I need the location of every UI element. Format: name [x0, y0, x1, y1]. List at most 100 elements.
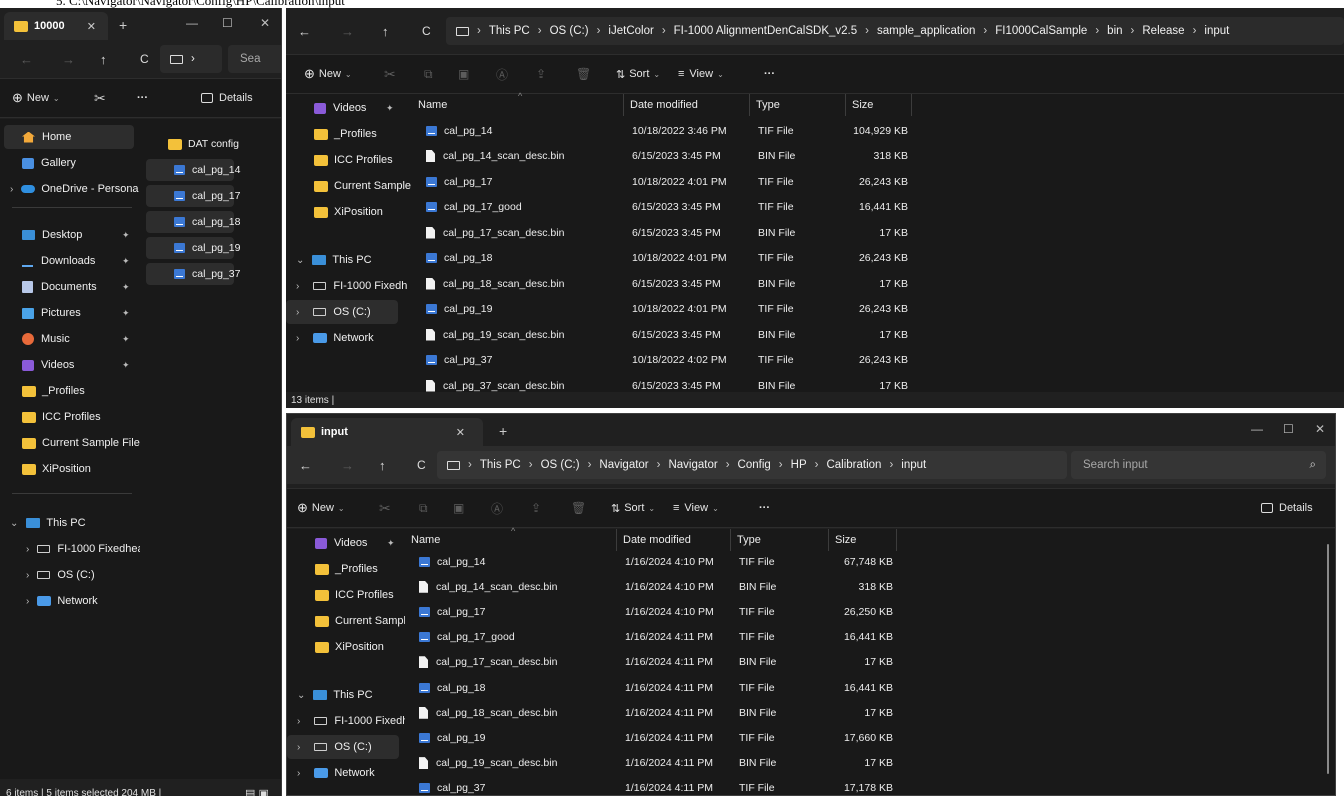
chevron-icon[interactable]: ›: [26, 570, 29, 581]
breadcrumb-config[interactable]: Config: [738, 459, 771, 471]
sidebar-item-os-c-[interactable]: › OS (C:): [286, 300, 398, 324]
sidebar-item-this-pc[interactable]: ⌄ This PC: [286, 248, 406, 272]
back-icon[interactable]: ←: [20, 52, 33, 67]
sidebar-item-icc-profiles[interactable]: ICC Profiles: [286, 148, 406, 172]
maximize-button[interactable]: ☐: [1283, 422, 1294, 436]
sidebar-item-xiposition[interactable]: XiPosition: [4, 457, 144, 481]
sidebar-item-home[interactable]: Home: [4, 125, 134, 149]
close-tab-icon[interactable]: ✕: [456, 426, 465, 439]
details-button[interactable]: Details: [201, 92, 253, 104]
view-button[interactable]: ≡ View ⌄: [673, 502, 719, 514]
breadcrumb-this-pc[interactable]: This PC: [480, 459, 521, 471]
address-bar[interactable]: ›: [160, 45, 222, 73]
table-row[interactable]: cal_pg_17 10/18/2022 4:01 PM TIF File 26,24…: [412, 169, 1344, 194]
forward-icon[interactable]: →: [62, 52, 75, 67]
pin-icon[interactable]: ✦: [122, 256, 130, 267]
sidebar-item-fi-1000-fixedhead[interactable]: › FI-1000 Fixedhead: [4, 537, 150, 561]
pin-icon[interactable]: ✦: [122, 360, 130, 371]
new-tab-button[interactable]: +: [499, 423, 507, 439]
sidebar-item--profiles[interactable]: _Profiles: [287, 557, 407, 581]
table-row[interactable]: cal_pg_14 1/16/2024 4:10 PM TIF File 67,748…: [405, 549, 1335, 574]
list-item[interactable]: cal_pg_17: [146, 185, 240, 207]
sidebar-item-current-sample-file[interactable]: Current Sample File: [4, 431, 144, 455]
maximize-button[interactable]: ☐: [222, 16, 233, 30]
table-row[interactable]: cal_pg_37 1/16/2024 4:11 PM TIF File 17,178…: [405, 776, 1335, 795]
paste-icon[interactable]: ▣: [458, 67, 469, 81]
pin-icon[interactable]: ✦: [386, 103, 394, 114]
sidebar-item-os-c-[interactable]: › OS (C:): [4, 563, 144, 587]
breadcrumb-navigator[interactable]: Navigator: [668, 459, 717, 471]
sidebar-item-music[interactable]: Music ✦: [4, 327, 144, 351]
pin-icon[interactable]: ✦: [387, 538, 395, 549]
list-item[interactable]: cal_pg_18: [146, 211, 240, 233]
up-icon[interactable]: ↑: [379, 458, 386, 473]
table-row[interactable]: cal_pg_17_good 6/15/2023 3:45 PM TIF File 1…: [412, 195, 1344, 220]
chevron-icon[interactable]: ›: [26, 544, 29, 555]
table-row[interactable]: cal_pg_14 10/18/2022 3:46 PM TIF File 104,9…: [412, 118, 1344, 143]
cut-icon[interactable]: ✂: [379, 500, 391, 517]
tab-10000[interactable]: 10000 ✕: [4, 12, 108, 40]
more-options-button[interactable]: ···: [759, 502, 770, 514]
table-row[interactable]: cal_pg_14_scan_desc.bin 6/15/2023 3:45 PM…: [412, 144, 1344, 169]
close-tab-icon[interactable]: ✕: [87, 20, 96, 33]
chevron-icon[interactable]: ›: [296, 333, 299, 344]
breadcrumb-navigator[interactable]: Navigator: [599, 459, 648, 471]
table-row[interactable]: cal_pg_18_scan_desc.bin 6/15/2023 3:45 PM…: [412, 271, 1344, 296]
breadcrumb-release[interactable]: Release: [1142, 25, 1184, 37]
sidebar-item-network[interactable]: › Network: [4, 589, 144, 613]
list-item[interactable]: cal_pg_37: [146, 263, 240, 285]
sort-button[interactable]: ⇅ Sort ⌄: [616, 68, 660, 81]
pin-icon[interactable]: ✦: [122, 230, 130, 241]
sidebar-item-xiposition[interactable]: XiPosition: [287, 635, 407, 659]
sidebar-item-xiposition[interactable]: XiPosition: [286, 200, 406, 224]
column-header-type[interactable]: Type: [750, 94, 846, 116]
chevron-icon[interactable]: ›: [26, 596, 29, 607]
table-row[interactable]: cal_pg_18 10/18/2022 4:01 PM TIF File 26,24…: [412, 246, 1344, 271]
sidebar-item-videos[interactable]: Videos ✦: [287, 531, 407, 555]
sidebar-item-downloads[interactable]: Downloads ✦: [4, 249, 144, 273]
column-header-date-modified[interactable]: Date modified: [617, 529, 731, 551]
sidebar-item--profiles[interactable]: _Profiles: [286, 122, 406, 146]
sidebar-item-pictures[interactable]: Pictures ✦: [4, 301, 144, 325]
table-row[interactable]: cal_pg_17_good 1/16/2024 4:11 PM TIF File 1…: [405, 625, 1335, 650]
table-row[interactable]: cal_pg_17_scan_desc.bin 6/15/2023 3:45 PM…: [412, 220, 1344, 245]
sidebar-item-current-sample[interactable]: Current Sample: [287, 609, 412, 633]
breadcrumb-input[interactable]: input: [1204, 25, 1229, 37]
delete-icon[interactable]: 🗑: [571, 501, 586, 515]
rename-icon[interactable]: Ⓐ: [496, 66, 508, 83]
chevron-icon[interactable]: ⌄: [296, 255, 304, 266]
column-header-size[interactable]: Size: [846, 94, 912, 116]
column-header-type[interactable]: Type: [731, 529, 829, 551]
breadcrumb-os-c-[interactable]: OS (C:): [550, 25, 589, 37]
column-header-size[interactable]: Size: [829, 529, 897, 551]
address-bar[interactable]: › This PC › OS (C:) › Navigator › Navigator › Con…: [437, 451, 1067, 479]
breadcrumb-sample-application[interactable]: sample_application: [877, 25, 975, 37]
breadcrumb-calibration[interactable]: Calibration: [826, 459, 881, 471]
table-row[interactable]: cal_pg_14_scan_desc.bin 1/16/2024 4:10 PM…: [405, 574, 1335, 599]
breadcrumb-this-pc[interactable]: This PC: [489, 25, 530, 37]
chevron-icon[interactable]: ⌄: [297, 690, 305, 701]
close-window-button[interactable]: ✕: [260, 16, 270, 30]
list-item[interactable]: DAT config: [146, 133, 239, 155]
table-row[interactable]: cal_pg_19 10/18/2022 4:01 PM TIF File 26,24…: [412, 297, 1344, 322]
sort-button[interactable]: ⇅ Sort ⌄: [611, 502, 655, 515]
sidebar-item-fi-1000-fixedh[interactable]: › FI-1000 Fixedh: [287, 709, 408, 733]
chevron-icon[interactable]: ⌄: [10, 518, 18, 529]
refresh-icon[interactable]: C: [140, 52, 149, 66]
rename-icon[interactable]: Ⓐ: [491, 500, 503, 517]
sidebar-item-onedrive-persona[interactable]: › OneDrive - Persona: [4, 177, 144, 201]
sidebar-item-network[interactable]: › Network: [286, 326, 406, 350]
address-bar[interactable]: › This PC › OS (C:) › iJetColor › FI-1000 Align…: [446, 17, 1344, 45]
details-button[interactable]: Details: [1261, 502, 1313, 514]
refresh-icon[interactable]: C: [422, 24, 431, 38]
table-row[interactable]: cal_pg_18 1/16/2024 4:11 PM TIF File 16,441…: [405, 675, 1335, 700]
chevron-icon[interactable]: ›: [296, 281, 299, 292]
close-window-button[interactable]: ✕: [1315, 422, 1325, 436]
sidebar-item-os-c-[interactable]: › OS (C:): [287, 735, 399, 759]
chevron-icon[interactable]: ›: [297, 742, 300, 753]
table-row[interactable]: cal_pg_19 1/16/2024 4:11 PM TIF File 17,660…: [405, 725, 1335, 750]
view-button[interactable]: ≡ View ⌄: [678, 68, 724, 80]
more-options-button[interactable]: ···: [764, 68, 775, 80]
table-row[interactable]: cal_pg_19_scan_desc.bin 6/15/2023 3:45 PM…: [412, 322, 1344, 347]
sidebar-item-icc-profiles[interactable]: ICC Profiles: [4, 405, 144, 429]
